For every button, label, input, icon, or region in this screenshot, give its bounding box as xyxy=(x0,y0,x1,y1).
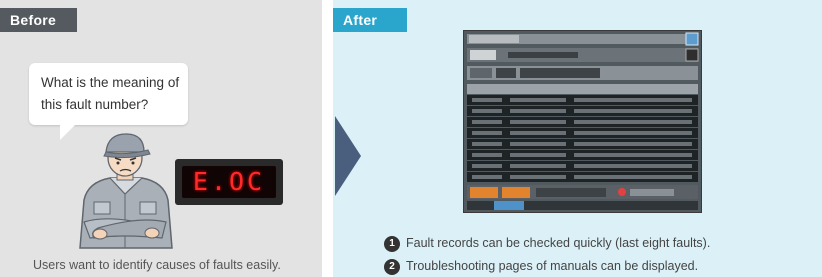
fault-code-screen: E.OC 1 xyxy=(182,166,276,198)
after-item-2-text: Troubleshooting pages of manuals can be … xyxy=(406,259,699,273)
after-label: After xyxy=(333,8,407,32)
fault-code-text: E.OC 1 xyxy=(192,167,266,196)
before-label: Before xyxy=(0,8,77,32)
speech-bubble-text: What is the meaning of this fault number… xyxy=(41,75,180,112)
worker-illustration xyxy=(79,133,173,249)
before-caption: Users want to identify causes of faults … xyxy=(33,258,281,272)
after-item-2: 2 Troubleshooting pages of manuals can be… xyxy=(384,259,698,275)
fault-history-screen-graphic xyxy=(464,31,701,212)
number-2-icon: 2 xyxy=(384,259,400,275)
arrow-right-icon xyxy=(335,116,361,196)
fault-code-display: E.OC 1 xyxy=(175,159,283,205)
after-item-1-text: Fault records can be checked quickly (la… xyxy=(406,236,711,250)
number-1-icon: 1 xyxy=(384,236,400,252)
speech-bubble: What is the meaning of this fault number… xyxy=(29,63,188,125)
after-item-1: 1 Fault records can be checked quickly (l… xyxy=(384,236,710,252)
fault-history-screenshot xyxy=(463,30,702,213)
